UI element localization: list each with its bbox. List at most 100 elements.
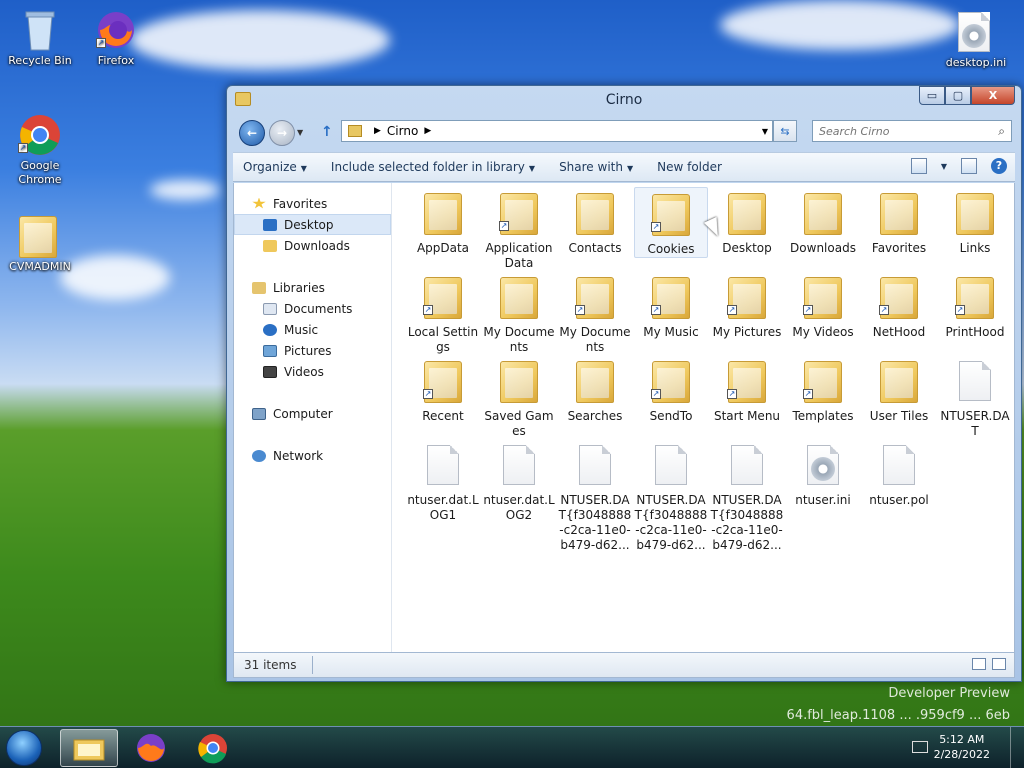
breadcrumb-cirno[interactable]: Cirno: [387, 124, 418, 138]
file-item[interactable]: AppData: [406, 187, 480, 256]
desktop-icon-cvmadmin[interactable]: CVMADMIN: [0, 214, 80, 274]
file-item[interactable]: My Documents: [482, 271, 556, 355]
shortcut-arrow-icon: ↗: [803, 389, 813, 399]
nav-label: Videos: [284, 364, 324, 379]
chevron-down-icon[interactable]: ▼: [941, 162, 947, 171]
clock[interactable]: 5:12 AM 2/28/2022: [934, 732, 990, 762]
up-button[interactable]: ↑: [321, 124, 333, 140]
file-item[interactable]: User Tiles: [862, 355, 936, 424]
arrow-right-icon: →: [276, 126, 288, 140]
file-item[interactable]: ↗ Start Menu: [710, 355, 784, 424]
refresh-button[interactable]: ⇆: [773, 120, 797, 142]
folder-icon: ↗: [651, 359, 691, 403]
file-item[interactable]: ↗ My Documents: [558, 271, 632, 355]
file-item[interactable]: NTUSER.DAT{f3048888-c2ca-11e0-b479-d62..…: [558, 439, 632, 553]
search-icon[interactable]: ⌕: [998, 124, 1005, 139]
maximize-button[interactable]: ▢: [945, 86, 971, 105]
file-item[interactable]: ↗ Local Settings: [406, 271, 480, 355]
file-item[interactable]: ↗ Templates: [786, 355, 860, 424]
file-name: Application Data: [485, 241, 553, 270]
nav-pictures[interactable]: Pictures: [234, 340, 391, 361]
file-item[interactable]: ntuser.pol: [862, 439, 936, 508]
file-item[interactable]: ↗ Application Data: [482, 187, 556, 271]
recycle-bin-icon: [18, 8, 62, 52]
desktop-icon-label: Recycle Bin: [8, 54, 72, 67]
preview-pane-icon[interactable]: [961, 158, 977, 174]
file-item[interactable]: Searches: [558, 355, 632, 424]
file-item[interactable]: NTUSER.DAT{f3048888-c2ca-11e0-b479-d62..…: [710, 439, 784, 553]
forward-button[interactable]: →: [269, 120, 295, 146]
file-item[interactable]: Favorites: [862, 187, 936, 256]
desktop-icon-label: Google Chrome: [18, 159, 62, 186]
file-item[interactable]: Links: [938, 187, 1012, 256]
recent-pages-dropdown[interactable]: ▼: [297, 128, 303, 137]
shortcut-arrow-icon: ↗: [651, 389, 661, 399]
file-item[interactable]: Saved Games: [482, 355, 556, 439]
shortcut-arrow-icon: ↗: [727, 389, 737, 399]
nav-music[interactable]: Music: [234, 319, 391, 340]
close-button[interactable]: X: [971, 86, 1015, 105]
explorer-window: Cirno ▭ ▢ X ← → ▼ ↑ ▶ Cirno ▶ ▼ ⇆ ⌕ Orga…: [226, 85, 1022, 682]
file-item[interactable]: NTUSER.DAT: [938, 355, 1012, 439]
desktop-icon-desktop-ini[interactable]: desktop.ini: [936, 10, 1016, 70]
title-bar[interactable]: Cirno ▭ ▢ X: [227, 86, 1021, 116]
file-grid: AppData ↗ Application Data Contacts ↗ Cookies…: [394, 187, 1014, 647]
show-desktop-button[interactable]: [1010, 727, 1024, 768]
desktop-icon-google-chrome[interactable]: ↗ Google Chrome: [0, 113, 80, 187]
firefox-icon: [137, 734, 165, 762]
settings-file-icon: [954, 10, 998, 54]
file-item[interactable]: ↗ My Videos: [786, 271, 860, 340]
nav-favorites[interactable]: Favorites: [234, 193, 391, 214]
arrow-up-icon: ↑: [321, 124, 333, 140]
taskbar-chrome[interactable]: [184, 729, 242, 767]
organize-button[interactable]: Organize ▼: [243, 160, 307, 174]
nav-desktop[interactable]: Desktop: [234, 214, 391, 235]
chevron-down-icon[interactable]: ▼: [762, 127, 768, 136]
nav-downloads[interactable]: Downloads: [234, 235, 391, 256]
desktop-icon-recycle-bin[interactable]: Recycle Bin: [0, 8, 80, 68]
taskbar-explorer[interactable]: [60, 729, 118, 767]
back-button[interactable]: ←: [239, 120, 265, 146]
minimize-button[interactable]: ▭: [919, 86, 945, 105]
breadcrumb-separator-icon[interactable]: ▶: [374, 126, 381, 136]
file-item[interactable]: Desktop: [710, 187, 784, 256]
details-view-icon[interactable]: [972, 658, 986, 670]
nav-network[interactable]: Network: [234, 445, 391, 466]
breadcrumb-separator-icon[interactable]: ▶: [424, 126, 431, 136]
search-box[interactable]: ⌕: [812, 120, 1012, 142]
address-bar[interactable]: ▶ Cirno ▶ ▼: [341, 120, 773, 142]
nav-computer[interactable]: Computer: [234, 403, 391, 424]
network-tray-icon[interactable]: [912, 741, 928, 753]
folder-icon: [879, 359, 919, 403]
taskbar-firefox[interactable]: [122, 729, 180, 767]
start-button[interactable]: [6, 730, 42, 766]
file-item[interactable]: ntuser.dat.LOG2: [482, 439, 556, 523]
desktop-icon-firefox[interactable]: ↗ Firefox: [76, 8, 156, 68]
file-item[interactable]: ↗ My Music: [634, 271, 708, 340]
search-input[interactable]: [819, 124, 979, 138]
file-item[interactable]: Contacts: [558, 187, 632, 256]
file-item[interactable]: ntuser.ini: [786, 439, 860, 508]
cloud: [130, 10, 390, 70]
include-in-library-button[interactable]: Include selected folder in library ▼: [331, 160, 535, 174]
nav-libraries[interactable]: Libraries: [234, 277, 391, 298]
new-folder-button[interactable]: New folder: [657, 160, 722, 174]
nav-videos[interactable]: Videos: [234, 361, 391, 382]
change-view-icon[interactable]: [910, 158, 927, 174]
minimize-icon: ▭: [926, 89, 938, 102]
file-item[interactable]: NTUSER.DAT{f3048888-c2ca-11e0-b479-d62..…: [634, 439, 708, 553]
firefox-icon: ↗: [94, 8, 138, 52]
help-icon[interactable]: ?: [991, 158, 1007, 174]
nav-documents[interactable]: Documents: [234, 298, 391, 319]
file-item[interactable]: ↗ Recent: [406, 355, 480, 424]
file-item[interactable]: ↗ SendTo: [634, 355, 708, 424]
file-item[interactable]: ↗ Cookies: [634, 187, 708, 258]
file-item[interactable]: ↗ My Pictures: [710, 271, 784, 340]
file-item[interactable]: ntuser.dat.LOG1: [406, 439, 480, 523]
share-with-button[interactable]: Share with ▼: [559, 160, 633, 174]
file-item[interactable]: ↗ NetHood: [862, 271, 936, 340]
file-item[interactable]: ↗ PrintHood: [938, 271, 1012, 340]
large-icons-view-icon[interactable]: [992, 658, 1006, 670]
file-item[interactable]: Downloads: [786, 187, 860, 256]
